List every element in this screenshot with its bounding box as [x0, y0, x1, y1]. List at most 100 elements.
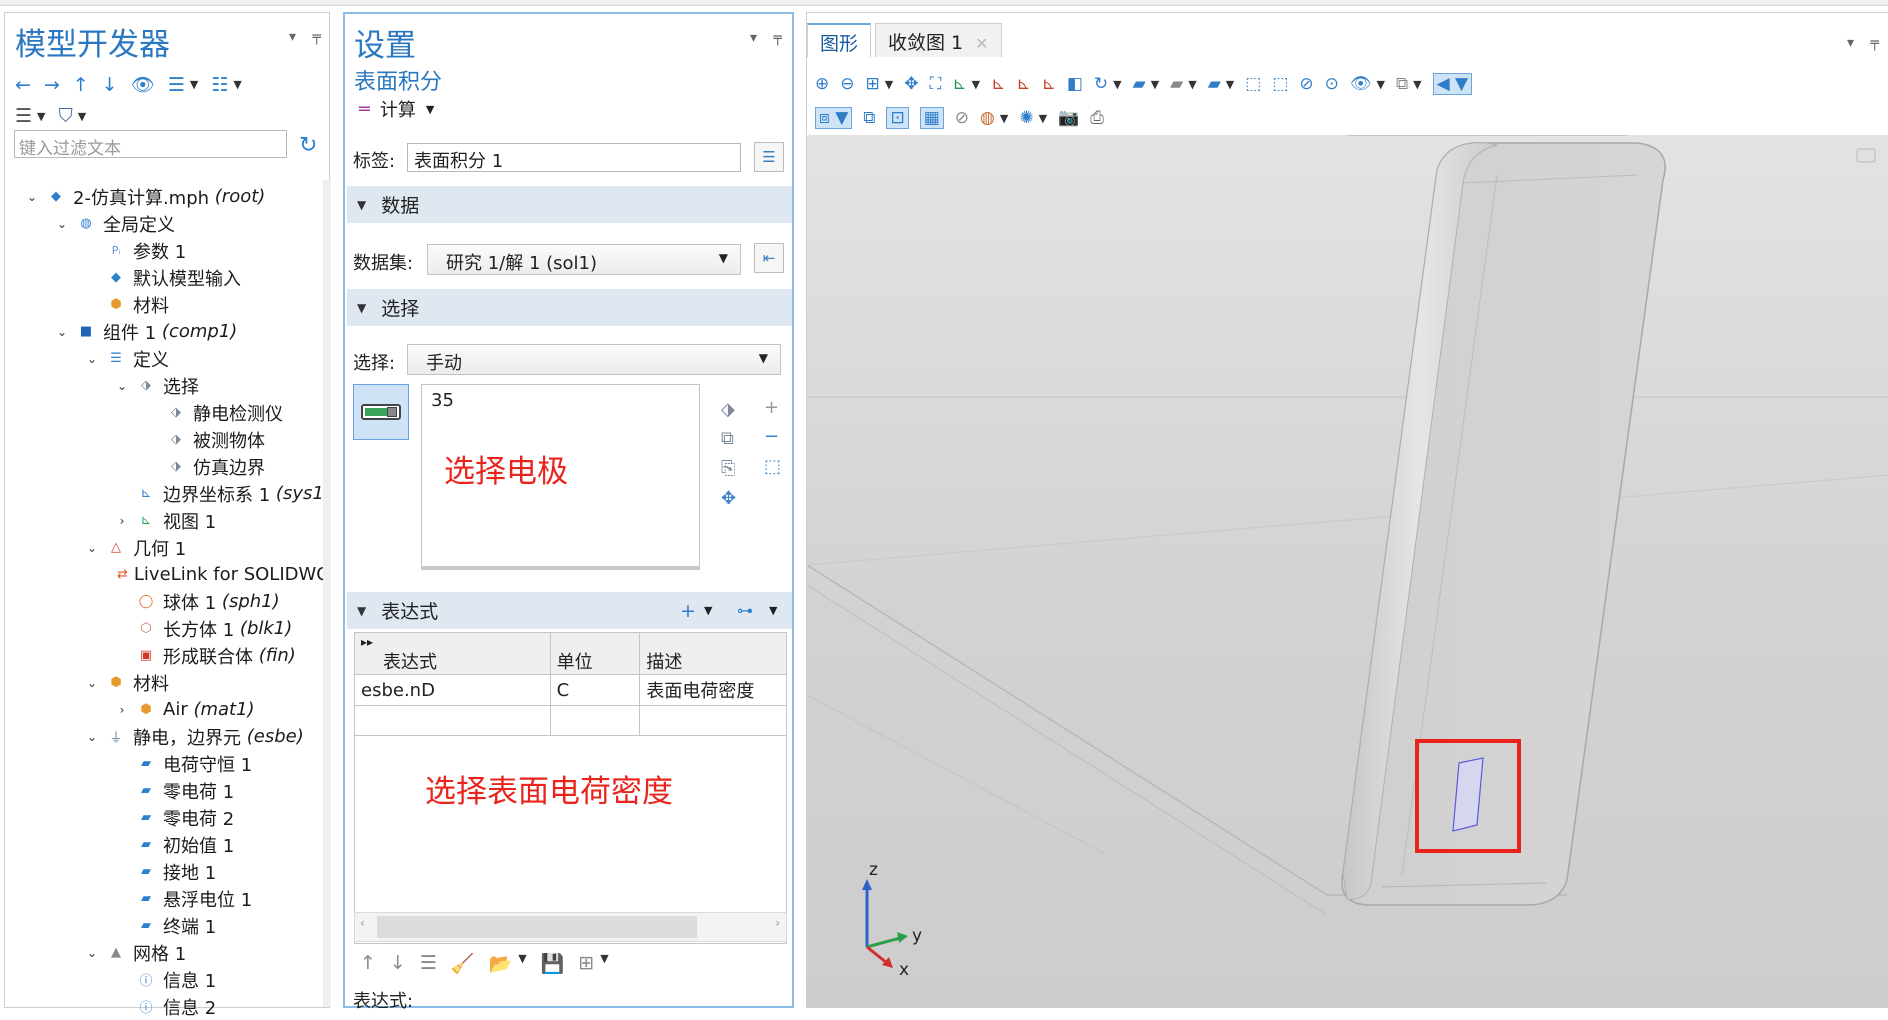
chevron-down-icon[interactable]: ▼ [1376, 78, 1384, 91]
scroll-right-icon[interactable]: › [775, 916, 780, 930]
tab-convergence[interactable]: 收敛图 1✕ [875, 23, 1002, 57]
color-theme-icon[interactable]: ✺ [1019, 108, 1033, 128]
tree-item-electrostatics[interactable]: ⌄ ⏚ 静电，边界元 (esbe) [83, 723, 304, 750]
tree-item-terminal[interactable]: ▰ 终端 1 [113, 912, 216, 939]
tree-item-floating-potential[interactable]: ▰ 悬浮电位 1 [113, 885, 252, 912]
chevron-down-icon[interactable]: ▼ [78, 110, 86, 123]
tree-item-air[interactable]: › ⬢ Air (mat1) [113, 696, 255, 723]
move-down-icon[interactable]: ↓ [102, 74, 118, 96]
chevron-down-icon[interactable]: ⌄ [83, 946, 101, 960]
expand-columns-icon[interactable]: ▸▸ [361, 635, 373, 649]
table-horizontal-scrollbar[interactable]: ‹ › [354, 912, 787, 942]
delete-icon[interactable]: ☰ [420, 952, 437, 975]
chevron-right-icon[interactable]: › [113, 514, 131, 528]
chevron-down-icon[interactable]: ▼ [1113, 78, 1121, 91]
panel-pin-icon[interactable]: ▾ ╤ [289, 29, 327, 45]
chevron-down-icon[interactable]: ▼ [704, 604, 712, 617]
tree-item-materials-global[interactable]: ⬢ 材料 [83, 291, 169, 318]
chevron-down-icon[interactable]: ▼ [426, 103, 434, 116]
tree-item-form-union[interactable]: ▣ 形成联合体 (fin) [113, 642, 296, 669]
chevron-down-icon[interactable]: ▼ [233, 78, 241, 91]
table-header-expression[interactable]: ▸▸表达式 [355, 633, 551, 675]
tree-scrollbar[interactable] [323, 180, 331, 1007]
chevron-down-icon[interactable]: ⌄ [53, 217, 71, 231]
render-mode-icon[interactable]: ⧉ [863, 108, 875, 128]
chevron-down-icon[interactable]: ▼ [37, 110, 45, 123]
camera-icon[interactable]: 📷 [1058, 108, 1079, 128]
clear-selection-icon[interactable]: ⊘ [955, 108, 969, 128]
selection-select[interactable]: 手动▼ [407, 344, 781, 375]
print-icon[interactable]: ⎙ [1090, 108, 1104, 128]
lighting-icon[interactable]: ◀ ▼ [1433, 73, 1473, 95]
filter-tool-icon[interactable]: ⛉ [59, 105, 73, 127]
tree-item-parameters[interactable]: Pᵢ 参数 1 [83, 237, 186, 264]
filter-input[interactable]: 键入过滤文本 [14, 130, 287, 158]
chevron-down-icon[interactable]: ▼ [1151, 78, 1159, 91]
clear-selection-icon[interactable]: ⎘ [721, 458, 735, 479]
grid-snap-icon[interactable]: ⊡ [886, 107, 908, 129]
section-data-header[interactable]: ▼数据 [347, 186, 792, 223]
tree-item-info-2[interactable]: ⓘ 信息 2 [113, 993, 216, 1020]
replace-expression-icon[interactable]: ⊶ [737, 601, 753, 620]
move-down-icon[interactable]: ↓ [390, 952, 406, 975]
chevron-down-icon[interactable]: ▼ [1226, 78, 1234, 91]
zoom-selection-icon[interactable]: ⛶ [929, 74, 941, 94]
table-header-unit[interactable]: 单位 [550, 633, 640, 675]
chevron-down-icon[interactable]: ▼ [885, 78, 893, 91]
add-icon[interactable]: + [764, 397, 779, 418]
insert-expression-icon[interactable]: + [680, 600, 696, 622]
paste-selection-icon[interactable]: ⬗ [721, 399, 735, 420]
chevron-right-icon[interactable]: › [113, 703, 131, 717]
zoom-in-icon[interactable]: ⊕ [815, 74, 829, 94]
tree-item-selection-detector[interactable]: ⬗ 静电检测仪 [143, 399, 283, 426]
tree-item-boundary-system[interactable]: ⊾ 边界坐标系 1 (sys1) [113, 480, 331, 507]
cell-expression[interactable]: esbe.nD [355, 675, 551, 706]
tree-item-default-inputs[interactable]: ◆ 默认模型输入 [83, 264, 241, 291]
cell-unit[interactable]: C [550, 675, 640, 706]
tree-item-selections[interactable]: ⌄ ⬗ 选择 [113, 372, 199, 399]
tree-item-ground[interactable]: ▰ 接地 1 [113, 858, 216, 885]
table-options-icon[interactable]: ⊞ [578, 952, 594, 975]
zoom-out-icon[interactable]: ⊖ [840, 74, 854, 94]
refresh-icon[interactable]: ↻ [299, 133, 317, 158]
forward-arrow-icon[interactable]: → [44, 74, 60, 96]
scene-light-icon[interactable]: ◍ [980, 108, 995, 128]
move-up-icon[interactable]: ↑ [73, 74, 89, 96]
move-up-icon[interactable]: ↑ [360, 952, 376, 975]
tag-field[interactable]: 表面积分 1 [407, 143, 741, 172]
create-selection-icon[interactable]: ⬚ [764, 456, 781, 477]
table-row-empty[interactable] [355, 706, 787, 736]
chevron-down-icon[interactable]: ▼ [190, 78, 198, 91]
view-xz-icon[interactable]: ⊾ [1042, 74, 1056, 94]
tree-item-sphere[interactable]: ◯ 球体 1 (sph1) [113, 588, 280, 615]
select-objects-icon[interactable]: ▰ [1133, 74, 1146, 94]
transparency-icon[interactable]: ⧉ [1396, 74, 1408, 94]
tree-item-global-definitions[interactable]: ⌄ ◍ 全局定义 [53, 210, 175, 237]
zoom-selection-icon[interactable]: ✥ [721, 488, 736, 509]
copy-selection-icon[interactable]: ⧉ [721, 428, 734, 449]
tab-graphics[interactable]: 图形 [807, 23, 871, 57]
tree-item-charge-conservation[interactable]: ▰ 电荷守恒 1 [113, 750, 252, 777]
chevron-down-icon[interactable]: ⌄ [53, 325, 71, 339]
table-row[interactable]: esbe.nD C 表面电荷密度 [355, 675, 787, 706]
save-icon[interactable]: 💾 [541, 952, 565, 975]
tree-item-selection-object[interactable]: ⬗ 被测物体 [143, 426, 265, 453]
chevron-down-icon[interactable]: ▼ [1039, 112, 1047, 125]
expand-sections-icon[interactable]: ☰ [168, 74, 185, 96]
chevron-down-icon[interactable]: ▼ [518, 952, 526, 975]
hide-icon[interactable]: ⊘ [1299, 74, 1313, 94]
cell-description[interactable]: 表面电荷密度 [640, 675, 787, 706]
select-domains-icon[interactable]: ▰ [1170, 74, 1183, 94]
tree-item-selection-boundary[interactable]: ⬗ 仿真边界 [143, 453, 265, 480]
remove-icon[interactable]: − [764, 426, 779, 447]
view-options-icon[interactable]: 👁 [1350, 74, 1372, 94]
tree-item-geometry[interactable]: ⌄ △ 几何 1 [83, 534, 186, 561]
section-expression-header[interactable]: ▼表达式 + ▼ ⊶ ▼ [347, 592, 792, 629]
tree-item-component[interactable]: ⌄ ■ 组件 1 (comp1) [53, 318, 237, 345]
active-toggle-button[interactable] [353, 384, 409, 440]
view-xy-icon[interactable]: ⊾ [991, 74, 1005, 94]
tree-item-livelink[interactable]: ⇄ LiveLink for SOLIDWORKS [113, 561, 325, 588]
table-header-description[interactable]: 描述 [640, 633, 787, 675]
selection-list-item[interactable]: 35 [431, 390, 454, 411]
back-arrow-icon[interactable]: ← [15, 74, 31, 96]
